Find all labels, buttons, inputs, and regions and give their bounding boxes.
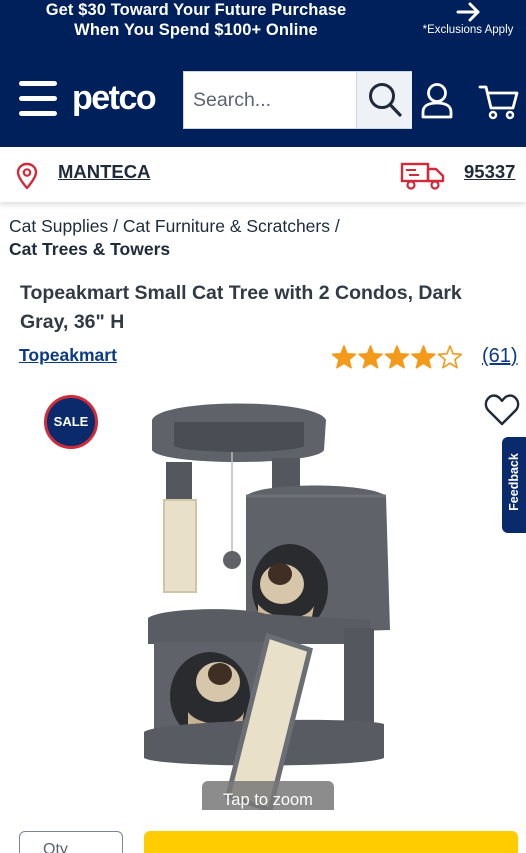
star-rating[interactable] bbox=[331, 344, 463, 370]
menu-icon[interactable] bbox=[19, 81, 59, 117]
promo-text: Get $30 Toward Your Future Purchase When… bbox=[0, 1, 392, 40]
arrow-right-icon[interactable] bbox=[454, 1, 484, 23]
quantity-selector[interactable]: Qty bbox=[19, 831, 123, 853]
product-brand-link[interactable]: Topeakmart bbox=[19, 345, 117, 366]
account-icon[interactable] bbox=[420, 82, 454, 120]
breadcrumb-separator: / bbox=[329, 216, 345, 236]
delivery-zip-link[interactable]: 95337 bbox=[464, 161, 515, 183]
site-header: Get $30 Toward Your Future Purchase When… bbox=[0, 0, 526, 147]
breadcrumb-separator: / bbox=[108, 216, 123, 236]
breadcrumb-item-cat-supplies[interactable]: Cat Supplies bbox=[9, 216, 108, 236]
breadcrumb: Cat Supplies / Cat Furniture & Scratcher… bbox=[9, 215, 509, 261]
store-location-link[interactable]: MANTECA bbox=[58, 161, 151, 183]
promo-banner[interactable]: Get $30 Toward Your Future Purchase When… bbox=[0, 0, 526, 48]
star-icon-filled bbox=[358, 345, 383, 369]
star-icon-filled bbox=[411, 345, 436, 369]
promo-line-2: When You Spend $100+ Online bbox=[74, 20, 318, 39]
promo-line-1: Get $30 Toward Your Future Purchase bbox=[45, 1, 347, 19]
search-input[interactable] bbox=[184, 72, 356, 128]
promo-exclusions[interactable]: *Exclusions Apply bbox=[410, 24, 526, 36]
star-icon-filled bbox=[384, 345, 410, 369]
search-bar bbox=[183, 71, 412, 129]
location-pin-icon bbox=[16, 162, 38, 190]
star-icon-empty bbox=[437, 345, 463, 369]
feedback-tab[interactable]: Feedback bbox=[502, 437, 526, 533]
search-icon bbox=[369, 83, 402, 117]
cart-icon[interactable] bbox=[478, 82, 520, 120]
review-count-link[interactable]: (61) bbox=[482, 345, 518, 368]
breadcrumb-item-cat-furniture[interactable]: Cat Furniture & Scratchers bbox=[123, 216, 330, 236]
product-image[interactable] bbox=[140, 392, 400, 810]
location-bar: MANTECA 95337 bbox=[0, 147, 526, 202]
add-to-cart-button[interactable] bbox=[144, 831, 518, 853]
breadcrumb-current[interactable]: Cat Trees & Towers bbox=[9, 239, 170, 259]
heart-icon[interactable] bbox=[484, 393, 520, 427]
purchase-bar: Qty bbox=[0, 810, 526, 853]
feedback-label: Feedback bbox=[507, 453, 521, 511]
delivery-truck-icon bbox=[400, 162, 445, 190]
petco-logo[interactable]: petco bbox=[72, 78, 157, 118]
sale-badge: SALE bbox=[44, 395, 98, 449]
quantity-label: Qty bbox=[43, 841, 68, 853]
product-title: Topeakmart Small Cat Tree with 2 Condos,… bbox=[20, 282, 462, 333]
star-icon-filled bbox=[331, 345, 357, 369]
search-button[interactable] bbox=[356, 72, 412, 128]
